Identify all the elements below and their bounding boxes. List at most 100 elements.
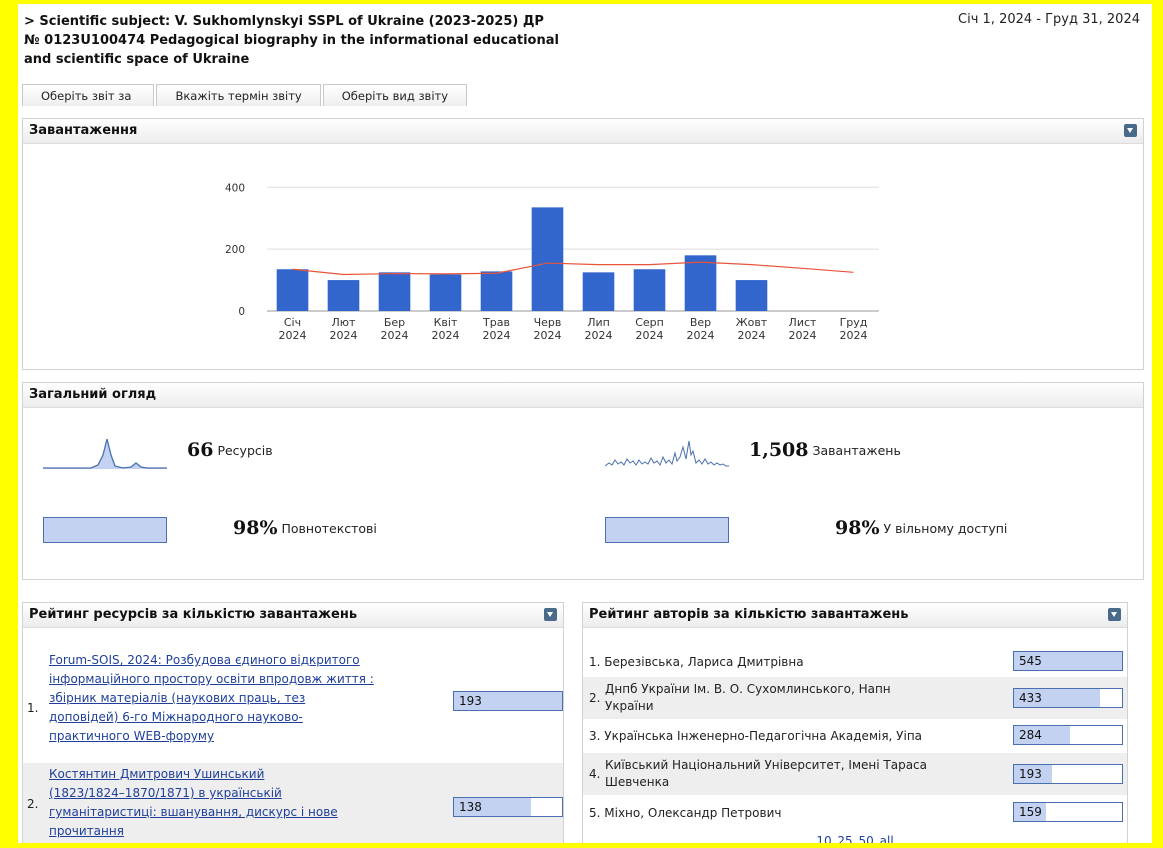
fulltext-label: Повнотекстові (281, 520, 377, 536)
tab-report-period[interactable]: Вкажіть термін звіту (156, 84, 321, 106)
resource-link[interactable]: Forum-SOIS, 2024: Розбудова єдиного відк… (49, 651, 449, 746)
count-value: 193 (1019, 767, 1042, 781)
tab-report-for[interactable]: Оберіть звіт за (22, 84, 155, 106)
x-tick-label: Жовт (736, 316, 768, 329)
downloads-panel: Завантаження 0 200 400 Січ 2024 Лют 2024 Бер 202… (22, 118, 1144, 370)
y-tick-label: 400 (225, 182, 245, 194)
openaccess-label: У вільному доступі (883, 520, 1008, 536)
count-value: 138 (459, 800, 482, 814)
fulltext-stat: 98% Повнотекстові (233, 517, 377, 539)
y-tick-label: 0 (238, 306, 245, 318)
bar (327, 280, 360, 311)
x-tick-label: 2024 (432, 329, 460, 342)
rank-number: 2. (27, 797, 39, 811)
x-tick-label: 2024 (279, 329, 307, 342)
count-bar: 159 (1013, 802, 1123, 822)
resource-link-line[interactable]: практичного WEB-форуму (49, 727, 449, 746)
x-tick-label: Січ (284, 316, 301, 329)
x-tick-label: 2024 (738, 329, 766, 342)
trend-line (292, 261, 854, 276)
x-tick-label: 2024 (534, 329, 562, 342)
authors-ranking-title: Рейтинг авторів за кількістю завантажень (589, 607, 909, 622)
bar (582, 272, 615, 311)
openaccess-bar (605, 517, 729, 543)
downloads-chart: 0200400Січ2024Лют2024Бер2024Квіт2024Трав… (225, 182, 879, 342)
authors-ranking-header: Рейтинг авторів за кількістю завантажень (583, 603, 1127, 628)
list-item: 1. Березівська, Лариса Дмитрівна 545 (583, 647, 1127, 677)
subject-line-3: and scientific space of Ukraine (24, 52, 250, 67)
report-page: > Scientific subject: V. Sukhomlynskyi S… (18, 4, 1152, 843)
resources-ranking-panel: Рейтинг ресурсів за кількістю завантажен… (22, 602, 564, 843)
list-item: 2. Днпб України Ім. В. О. Сухомлинського… (583, 677, 1127, 719)
author-name: 5. Міхно, Олександр Петрович (589, 806, 782, 820)
resource-link[interactable]: Костянтин Дмитрович Ушинський (1823/1824… (49, 765, 449, 841)
resource-link-line[interactable]: гуманітаристиці: вшанування, дискурс і н… (49, 803, 449, 822)
downloads-count: 1,508 (749, 439, 809, 461)
list-item: 2. Костянтин Дмитрович Ушинський (1823/1… (23, 763, 563, 843)
x-tick-label: 2024 (840, 329, 868, 342)
list-item: 5. Міхно, Олександр Петрович 159 (583, 797, 1127, 827)
pagination: 10 25 50 all (583, 834, 1127, 843)
author-name-line: України (605, 699, 654, 713)
page-size-all[interactable]: all (880, 834, 894, 843)
x-tick-label: 2024 (483, 329, 511, 342)
resource-link-line[interactable]: (1823/1824–1870/1871) в українській (49, 784, 449, 803)
bar (429, 274, 462, 311)
x-tick-label: 2024 (789, 329, 817, 342)
rank-number: 2. (589, 691, 601, 705)
page-size-25[interactable]: 25 (837, 834, 852, 843)
x-tick-label: 2024 (585, 329, 613, 342)
author-name: Київський Національний Університет, Імен… (605, 757, 927, 791)
resource-link-line[interactable]: інформаційного простору освіти впродовж … (49, 670, 449, 689)
resources-ranking-header: Рейтинг ресурсів за кількістю завантажен… (23, 603, 563, 628)
resource-link-line[interactable]: Forum-SOIS, 2024: Розбудова єдиного відк… (49, 651, 449, 670)
bar (633, 269, 666, 311)
count-value: 545 (1019, 654, 1042, 668)
openaccess-stat: 98% У вільному доступі (835, 517, 1007, 539)
x-tick-label: Бер (384, 316, 405, 329)
x-tick-label: Квіт (434, 316, 458, 329)
count-value: 193 (459, 694, 482, 708)
resource-link-line[interactable]: прочитання (49, 822, 449, 841)
resources-label: Ресурсів (217, 442, 273, 458)
resource-link-line[interactable]: доповідей) 6-го Міжнародного науково- (49, 708, 449, 727)
list-item: 4. Київський Національний Університет, І… (583, 753, 1127, 795)
x-tick-label: Черв (534, 316, 562, 329)
x-tick-label: 2024 (381, 329, 409, 342)
collapse-toggle-icon[interactable] (1124, 124, 1137, 137)
author-name: 3. Українська Інженерно-Педагогічна Акад… (589, 729, 923, 743)
bar (480, 271, 513, 311)
list-item: 3. Українська Інженерно-Педагогічна Акад… (583, 719, 1127, 753)
bar (735, 280, 768, 311)
count-value: 284 (1019, 728, 1042, 742)
fulltext-percent: 98% (233, 517, 278, 539)
subject-title: > Scientific subject: V. Sukhomlynskyi S… (24, 12, 704, 69)
bar (531, 207, 564, 311)
date-range: Січ 1, 2024 - Груд 31, 2024 (958, 12, 1140, 27)
author-name: 1. Березівська, Лариса Дмитрівна (589, 655, 804, 669)
tab-report-type[interactable]: Оберіть вид звіту (322, 84, 468, 106)
x-tick-label: Лют (332, 316, 357, 329)
resources-ranking-title: Рейтинг ресурсів за кількістю завантажен… (29, 607, 358, 622)
x-tick-label: Лист (789, 316, 817, 329)
bar (378, 272, 411, 311)
page-size-50[interactable]: 50 (859, 834, 874, 843)
collapse-toggle-icon[interactable] (544, 608, 557, 621)
list-item: 1. Forum-SOIS, 2024: Розбудова єдиного в… (23, 647, 563, 755)
page-size-10[interactable]: 10 (816, 834, 831, 843)
collapse-toggle-icon[interactable] (1108, 608, 1121, 621)
x-tick-label: Груд (840, 316, 868, 329)
resource-link-line[interactable]: Костянтин Дмитрович Ушинський (49, 765, 449, 784)
count-bar: 138 (453, 797, 563, 817)
downloads-sparkline (605, 440, 729, 467)
subject-line-1: > Scientific subject: V. Sukhomlynskyi S… (24, 14, 544, 29)
overview-panel-header: Загальний огляд (23, 383, 1143, 408)
resource-link-line[interactable]: збірник матеріалів (наукових праць, тез (49, 689, 449, 708)
resources-count: 66 (187, 439, 214, 461)
x-tick-label: 2024 (330, 329, 358, 342)
rank-number: 1. (27, 701, 39, 715)
downloads-label: Завантажень (812, 442, 901, 458)
resources-stat: 66 Ресурсів (187, 439, 273, 461)
bar (684, 255, 717, 311)
author-name: Днпб України Ім. В. О. Сухомлинського, Н… (605, 681, 891, 715)
